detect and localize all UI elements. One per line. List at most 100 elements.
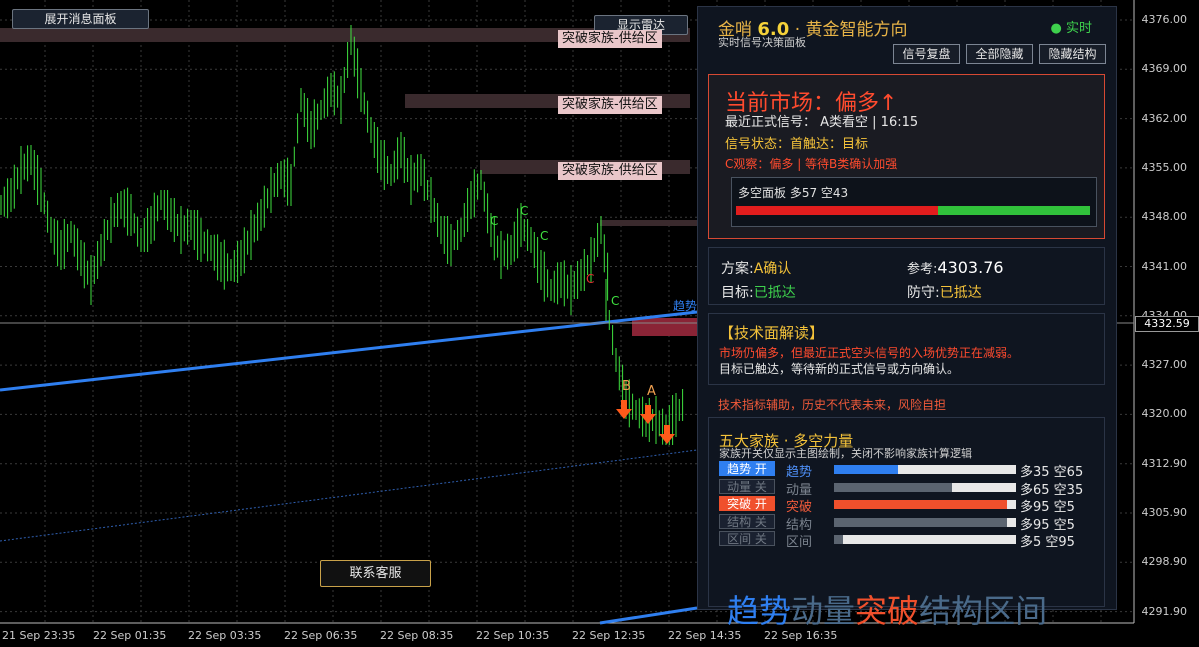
- long-short-label: 多空面板 多57 空43: [738, 186, 849, 200]
- signal-marker-a: A: [647, 384, 656, 399]
- family-legend-item: 突破: [855, 592, 920, 630]
- hide-all-button[interactable]: 全部隐藏: [966, 44, 1033, 64]
- family-row: 结构 关结构 多95 空5: [709, 513, 1106, 533]
- signal-marker-c: C: [586, 272, 594, 286]
- family-strength-text: 多65 空35: [1020, 482, 1084, 498]
- trend-line-bottom: [599, 606, 698, 625]
- short-bar: [938, 206, 1090, 215]
- price-axis-label: 4312.90: [1141, 456, 1188, 470]
- family-row: 区间 关区间 多5 空95: [709, 531, 1106, 550]
- family-strength-bar: [834, 535, 1016, 544]
- current-price-tag: 4332.59: [1135, 316, 1199, 332]
- c-observe: C观察：偏多 | 等待B类确认加强: [725, 157, 898, 171]
- price-axis-label: 4369.00: [1141, 62, 1188, 76]
- signal-marker-c: C: [520, 204, 528, 218]
- family-row: 突破 开突破 多95 空5: [709, 496, 1106, 515]
- family-strength-text: 多35 空65: [1020, 465, 1084, 480]
- live-status: ● 实时: [1050, 21, 1092, 36]
- signal-marker-b: B: [622, 379, 631, 394]
- time-axis-label: 22 Sep 03:35: [188, 629, 262, 642]
- technical-line-2: 目标已触达，等待新的正式信号或方向确认。: [719, 362, 960, 376]
- price-axis-label: 4320.00: [1141, 407, 1188, 421]
- trend-line: [0, 310, 698, 392]
- family-strength-fill: [834, 517, 1007, 527]
- signal-marker-c: C: [611, 294, 619, 308]
- long-short-box: 多空面板 多57 空43: [731, 177, 1097, 227]
- price-axis-label: 4305.90: [1141, 506, 1188, 519]
- price-axis-label: 4341.00: [1141, 259, 1188, 273]
- trend-label: 趋势: [673, 299, 697, 313]
- time-axis-label: 22 Sep 01:35: [93, 629, 167, 642]
- plan-box: 方案:A确认 参考:4303.76 目标:已抵达 防守:已抵达: [708, 247, 1105, 305]
- family-strength-fill: [834, 482, 953, 492]
- family-name: 趋势: [786, 465, 813, 480]
- signal-marker-c: C: [540, 229, 548, 243]
- long-bar: [736, 206, 938, 215]
- plan-row: 方案:A确认: [721, 261, 792, 277]
- family-strength-bar: [834, 517, 1016, 527]
- supply-zone-label: 突破家族-供给区: [558, 162, 662, 180]
- expand-message-panel-button[interactable]: 展开消息面板: [12, 9, 149, 29]
- price-axis-label: 4298.90: [1141, 555, 1188, 569]
- signal-review-button[interactable]: 信号复盘: [893, 44, 960, 64]
- price-axis-label: 4376.00: [1141, 13, 1188, 26]
- price-axis-label: 4355.00: [1141, 160, 1188, 174]
- supply-zone-label: 突破家族-供给区: [558, 96, 662, 114]
- signal-panel: 金哨 6.0 · 黄金智能方向 实时信号决策面板 ● 实时 信号复盘 全部隐藏 …: [697, 6, 1117, 630]
- family-row: 动量 关动量 多65 空35: [709, 478, 1106, 498]
- family-strength-fill: [834, 500, 1007, 509]
- disclaimer: 技术指标辅助，历史不代表未来，风险自担: [718, 398, 947, 412]
- contact-support-button[interactable]: 联系客服: [320, 560, 431, 587]
- time-axis-label: 22 Sep 12:35: [572, 629, 646, 642]
- family-strength-text: 多5 空95: [1020, 535, 1075, 550]
- family-name: 突破: [786, 500, 813, 515]
- trend-line-lower: [0, 449, 698, 542]
- family-legend-item: 动量: [791, 592, 856, 630]
- demand-zone: [632, 318, 697, 336]
- supply-zone: [600, 220, 697, 226]
- technical-line-1: 市场仍偏多，但最近正式空头信号的入场优势正在减弱。: [719, 346, 1020, 360]
- family-name: 结构: [786, 517, 813, 533]
- family-toggle[interactable]: 突破 开: [719, 496, 775, 511]
- time-axis-label: 22 Sep 06:35: [284, 629, 358, 642]
- family-toggle[interactable]: 趋势 开: [719, 461, 775, 476]
- reference-row: 参考:4303.76: [907, 258, 1004, 277]
- family-legend-item: 结构: [919, 592, 984, 630]
- signal-marker-c: C: [490, 214, 498, 228]
- family-strength-fill: [834, 465, 898, 474]
- technical-title: 【技术面解读】: [719, 324, 825, 342]
- family-toggle[interactable]: 动量 关: [719, 478, 775, 494]
- price-axis-label: 4291.90: [1141, 604, 1188, 618]
- family-strength-text: 多95 空5: [1020, 517, 1075, 533]
- family-name: 动量: [786, 482, 813, 498]
- last-signal: 最近正式信号： A类看空 | 16:15: [725, 115, 919, 130]
- price-axis-label: 4362.00: [1141, 111, 1188, 125]
- family-strength-text: 多95 空5: [1020, 500, 1075, 515]
- family-toggle[interactable]: 结构 关: [719, 513, 775, 529]
- family-legend-item: 趋势: [727, 592, 792, 630]
- hide-structure-button[interactable]: 隐藏结构: [1039, 44, 1106, 64]
- family-legend: 趋势动量突破结构区间: [727, 586, 1047, 632]
- price-axis-label: 4348.00: [1141, 210, 1188, 224]
- family-legend-item: 区间: [983, 592, 1048, 630]
- family-name: 区间: [786, 535, 813, 550]
- target-row: 目标:已抵达: [721, 285, 796, 301]
- family-strength-bar: [834, 465, 1016, 474]
- signal-status: 信号状态：首触达：目标: [725, 137, 869, 152]
- price-axis-label: 4327.00: [1141, 358, 1188, 372]
- panel-subtitle: 实时信号决策面板: [718, 36, 806, 49]
- family-strength-bar: [834, 500, 1016, 509]
- family-toggle[interactable]: 区间 关: [719, 531, 775, 546]
- family-note: 家族开关仅显示主图绘制，关闭不影响家族计算逻辑: [719, 447, 972, 460]
- supply-zone-label: 突破家族-供给区: [558, 30, 662, 48]
- time-axis-label: 22 Sep 10:35: [476, 629, 550, 642]
- defend-row: 防守:已抵达: [907, 285, 982, 301]
- time-axis-label: 21 Sep 23:35: [2, 629, 76, 642]
- market-box: 当前市场：偏多↑ 最近正式信号： A类看空 | 16:15 信号状态：首触达：目…: [708, 74, 1105, 239]
- family-strength-bar: [834, 482, 1016, 492]
- family-box: 五大家族 · 多空力量 家族开关仅显示主图绘制，关闭不影响家族计算逻辑 趋势 开…: [708, 417, 1106, 630]
- family-row: 趋势 开趋势 多35 空65: [709, 461, 1106, 480]
- time-axis-label: 22 Sep 08:35: [380, 629, 454, 642]
- family-strength-fill: [834, 535, 844, 544]
- technical-box: 【技术面解读】 市场仍偏多，但最近正式空头信号的入场优势正在减弱。 目标已触达，…: [708, 313, 1105, 385]
